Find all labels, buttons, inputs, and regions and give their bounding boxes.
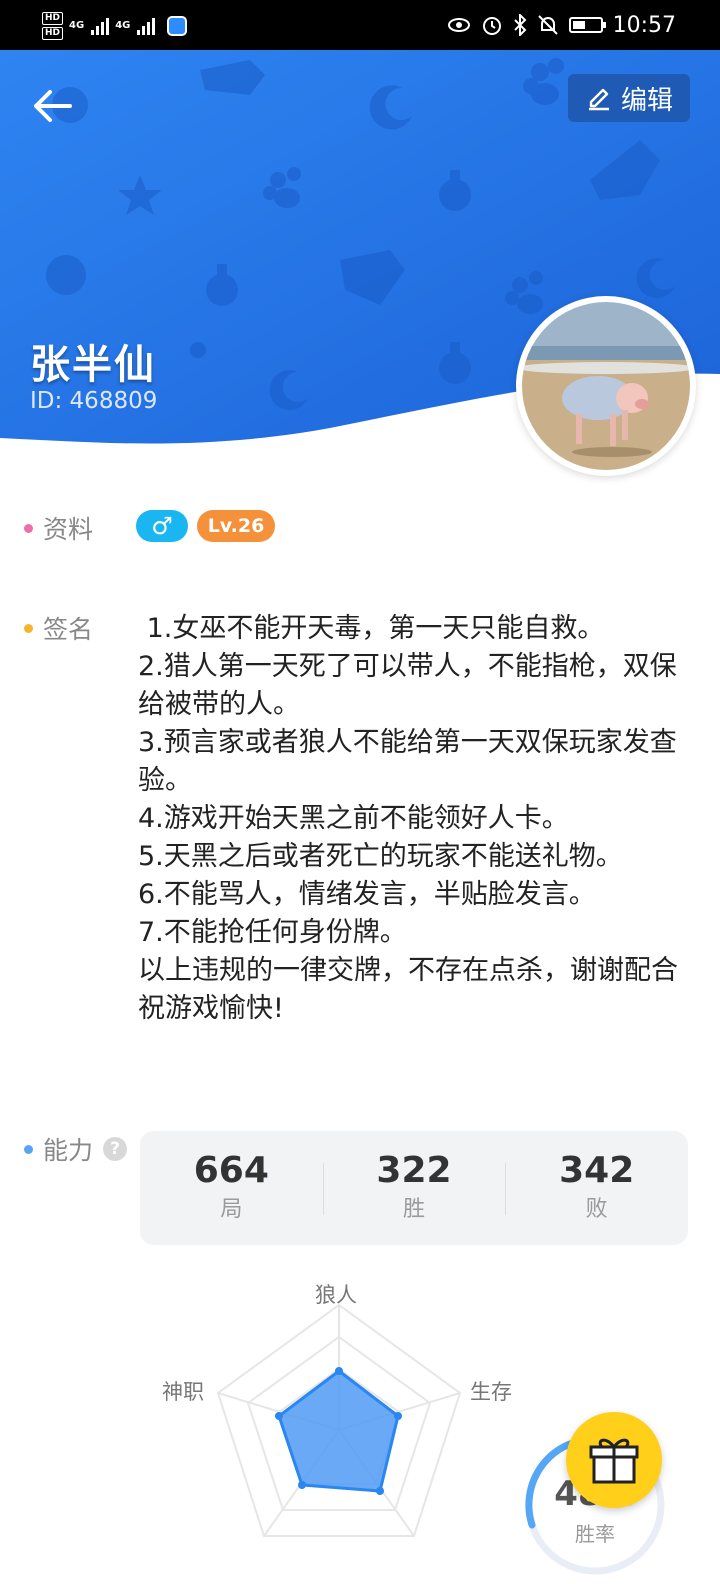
gender-badge: ♂: [136, 510, 188, 542]
alarm-icon: [482, 17, 501, 35]
battery-icon: [568, 17, 606, 33]
hd-badge-1: HD: [42, 12, 64, 25]
male-icon: ♂: [151, 512, 173, 540]
edit-label: 编辑: [620, 85, 673, 116]
stat-losses-label: 败: [585, 1197, 608, 1222]
radar-area: [277, 1369, 400, 1493]
network-type-2: 4G: [115, 20, 131, 31]
hd-badge-2: HD: [42, 27, 64, 40]
level-text: Lv.26: [207, 515, 265, 537]
stat-losses: 342 败: [505, 1131, 688, 1245]
network-type-1: 4G: [69, 20, 85, 31]
pencil-icon: [588, 88, 609, 111]
profile-section-label: 资料: [24, 510, 93, 546]
arrow-left-icon: [34, 90, 72, 122]
avatar[interactable]: [516, 296, 696, 476]
signature-text: 1.女巫不能开天毒，第一天只能自救。 2.猎人第一天死了可以带人，不能指枪，双保…: [138, 613, 678, 1024]
level-badge: Lv.26: [197, 510, 275, 542]
back-button[interactable]: [30, 88, 80, 128]
mute-icon: [537, 15, 558, 35]
stat-games-label: 局: [220, 1197, 243, 1222]
app-notification-icon: [167, 16, 188, 36]
radar-label-survival: 生存: [470, 1380, 512, 1404]
user-id: ID: 468809: [30, 388, 158, 414]
clock: 10:57: [612, 12, 676, 38]
hd-badges: HD HD: [42, 12, 64, 40]
win-rate-label: 胜率: [575, 1522, 615, 1546]
stat-losses-value: 342: [559, 1150, 635, 1191]
stat-games-value: 664: [193, 1150, 269, 1191]
help-icon[interactable]: ?: [103, 1137, 128, 1161]
gift-button[interactable]: [566, 1412, 662, 1508]
ability-label: 能力: [43, 1136, 94, 1165]
signature-label: 签名: [43, 615, 94, 644]
yellow-dot-icon: [24, 623, 33, 633]
bluetooth-icon: [513, 14, 527, 36]
status-bar: HD HD 4G 4G 10:57: [0, 0, 720, 50]
avatar-image: [522, 302, 690, 470]
profile-header: 编辑 张半仙 ID: 468809: [0, 50, 720, 490]
stat-wins-value: 322: [376, 1150, 452, 1191]
stat-wins: 322 胜: [322, 1131, 506, 1245]
gift-icon: [589, 1438, 639, 1484]
pink-dot-icon: [24, 523, 33, 533]
stat-wins-label: 胜: [403, 1197, 426, 1222]
stat-games: 664 局: [140, 1131, 323, 1245]
user-name: 张半仙: [30, 342, 156, 388]
radar-label-god: 神职: [162, 1380, 204, 1404]
ability-section-label: 能力 ?: [24, 1131, 128, 1167]
signal-bars-1-icon: [91, 17, 110, 35]
edit-button[interactable]: 编辑: [568, 74, 690, 122]
signature-section-label: 签名: [24, 610, 93, 646]
blue-dot-icon: [24, 1144, 33, 1154]
radar-label-werewolf: 狼人: [315, 1283, 357, 1307]
eye-icon: [447, 18, 470, 32]
stats-card: 664 局 322 胜 342 败: [140, 1131, 688, 1245]
status-bar-right: 10:57: [447, 0, 676, 50]
status-bar-left: HD HD 4G 4G: [42, 6, 188, 46]
profile-label: 资料: [43, 515, 94, 544]
signal-bars-2-icon: [137, 17, 156, 35]
